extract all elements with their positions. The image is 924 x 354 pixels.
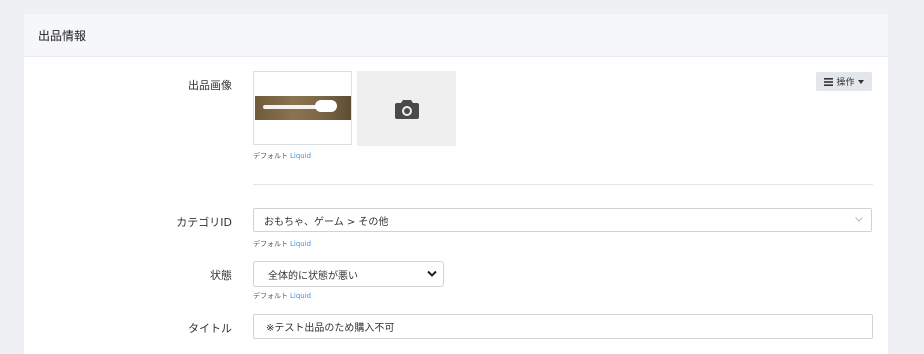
image-field-label: 出品画像 (188, 79, 232, 92)
category-label: カテゴリID (176, 216, 232, 229)
operations-label: 操作 (836, 78, 855, 88)
divider (253, 184, 873, 185)
liquid-link[interactable]: Liquid (290, 292, 311, 300)
section-title: 出品情報 (24, 14, 888, 57)
camera-icon (394, 99, 419, 119)
default-label: デフォルト (253, 292, 288, 300)
chevron-down-icon (855, 217, 863, 222)
image-default-tag: デフォルト Liquid (253, 151, 311, 161)
condition-default-tag: デフォルト Liquid (253, 291, 311, 301)
liquid-link[interactable]: Liquid (290, 240, 311, 248)
category-select[interactable]: おもちゃ、ゲーム > その他 (253, 208, 872, 232)
operations-button[interactable]: 操作 (816, 72, 872, 91)
default-label: デフォルト (253, 152, 288, 160)
product-image-thumbnail[interactable] (253, 71, 352, 145)
product-photo (254, 96, 351, 120)
chevron-down-icon (427, 270, 437, 277)
category-value: おもちゃ、ゲーム > その他 (264, 216, 389, 228)
caret-down-icon (857, 79, 864, 84)
title-label: タイトル (188, 322, 232, 335)
category-default-tag: デフォルト Liquid (253, 239, 311, 249)
add-photo-slot[interactable] (357, 71, 456, 146)
condition-value: 全体的に状態が悪い (268, 270, 358, 282)
title-input[interactable]: ※テスト出品のため購入不可 (253, 314, 873, 339)
title-value: ※テスト出品のため購入不可 (266, 323, 395, 334)
condition-select[interactable]: 全体的に状態が悪い (253, 261, 444, 287)
liquid-link[interactable]: Liquid (290, 152, 311, 160)
condition-label: 状態 (210, 269, 232, 282)
list-icon (824, 77, 834, 86)
default-label: デフォルト (253, 240, 288, 248)
listing-info-card: 出品情報 出品画像 デフォルト Liquid 操作 カテゴリID おもちゃ、ゲー… (24, 14, 888, 354)
